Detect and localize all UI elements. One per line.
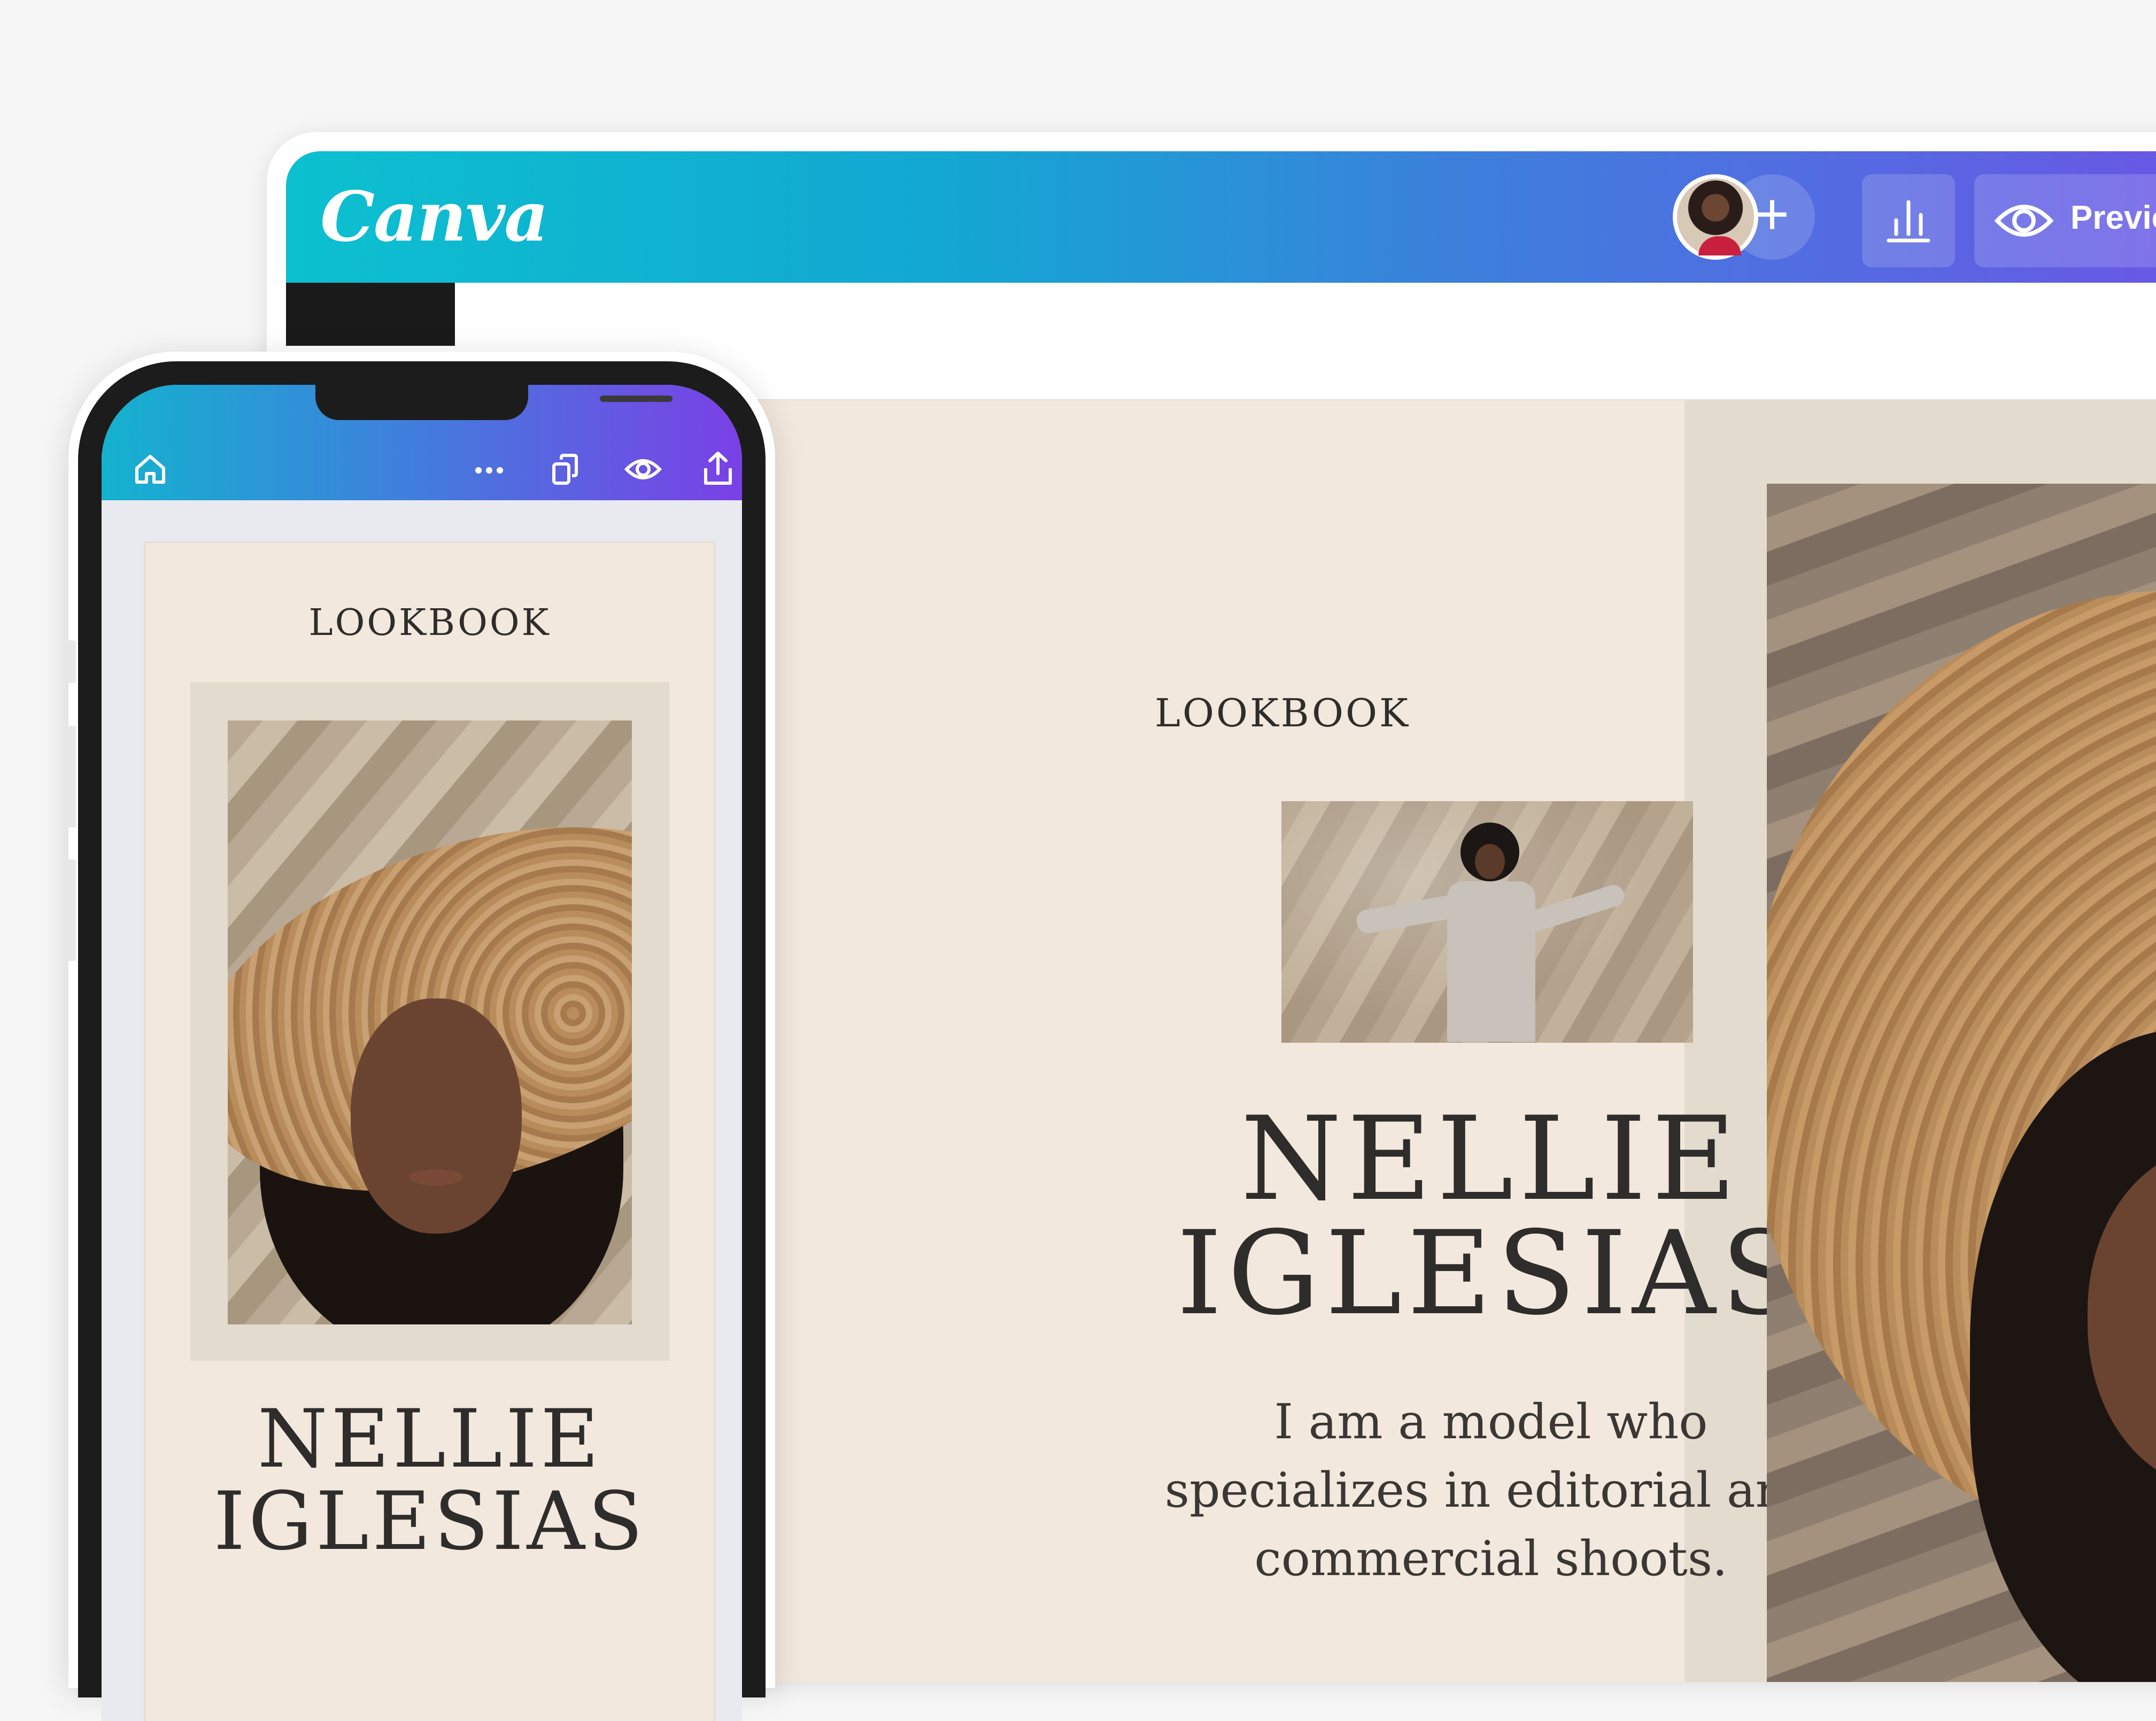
phone-mockup: LOOKBOOK NELLIE IGLESIAS [66,352,775,1721]
lookbook-heading[interactable]: LOOKBOOK [962,691,1603,735]
mobile-photo-face [351,998,522,1234]
eye-icon[interactable] [624,450,662,487]
phone-volume-down-button [66,859,76,961]
bar-chart-icon [1887,200,1930,243]
phone-speaker [600,396,673,402]
editor-header: Canva + Previ [286,151,2156,283]
model-photo-large[interactable] [1767,484,2156,1682]
photo-arm-left [1355,894,1459,935]
preview-label: Previe [2070,199,2156,236]
phone-notch [315,385,673,420]
model-photo-small[interactable] [1281,801,1693,1043]
preview-button[interactable]: Previe [1974,174,2156,267]
phone-body: LOOKBOOK NELLIE IGLESIAS [78,361,766,1721]
mobile-model-photo[interactable] [228,720,632,1324]
mobile-name-line-1: NELLIE [257,1393,602,1486]
phone-volume-up-button [66,726,76,827]
avatar-shirt [1698,236,1741,255]
more-icon[interactable] [470,450,508,487]
eye-icon [1995,205,2053,237]
mobile-photo-frame[interactable] [190,682,669,1361]
insights-button[interactable] [1862,174,1955,267]
canva-logo[interactable]: Canva [320,177,548,257]
mobile-name-line-2: IGLESIAS [213,1475,646,1568]
mobile-design-page[interactable]: LOOKBOOK NELLIE IGLESIAS [145,543,714,1721]
user-avatar[interactable] [1673,174,1758,260]
share-icon[interactable] [699,450,737,487]
photo-arm-right [1524,882,1627,934]
mobile-photo-lips [409,1169,463,1185]
photo-jacket [1447,881,1535,1042]
side-panel-strip [286,283,455,346]
pages-icon[interactable] [547,450,585,487]
phone-side-button [66,640,76,683]
mobile-lookbook-heading[interactable]: LOOKBOOK [145,602,714,644]
phone-screen: LOOKBOOK NELLIE IGLESIAS [102,385,742,1721]
photo-face [1475,844,1505,879]
mobile-model-name[interactable]: NELLIE IGLESIAS [145,1398,714,1563]
plus-icon: + [1755,181,1790,247]
home-icon[interactable] [132,450,169,487]
